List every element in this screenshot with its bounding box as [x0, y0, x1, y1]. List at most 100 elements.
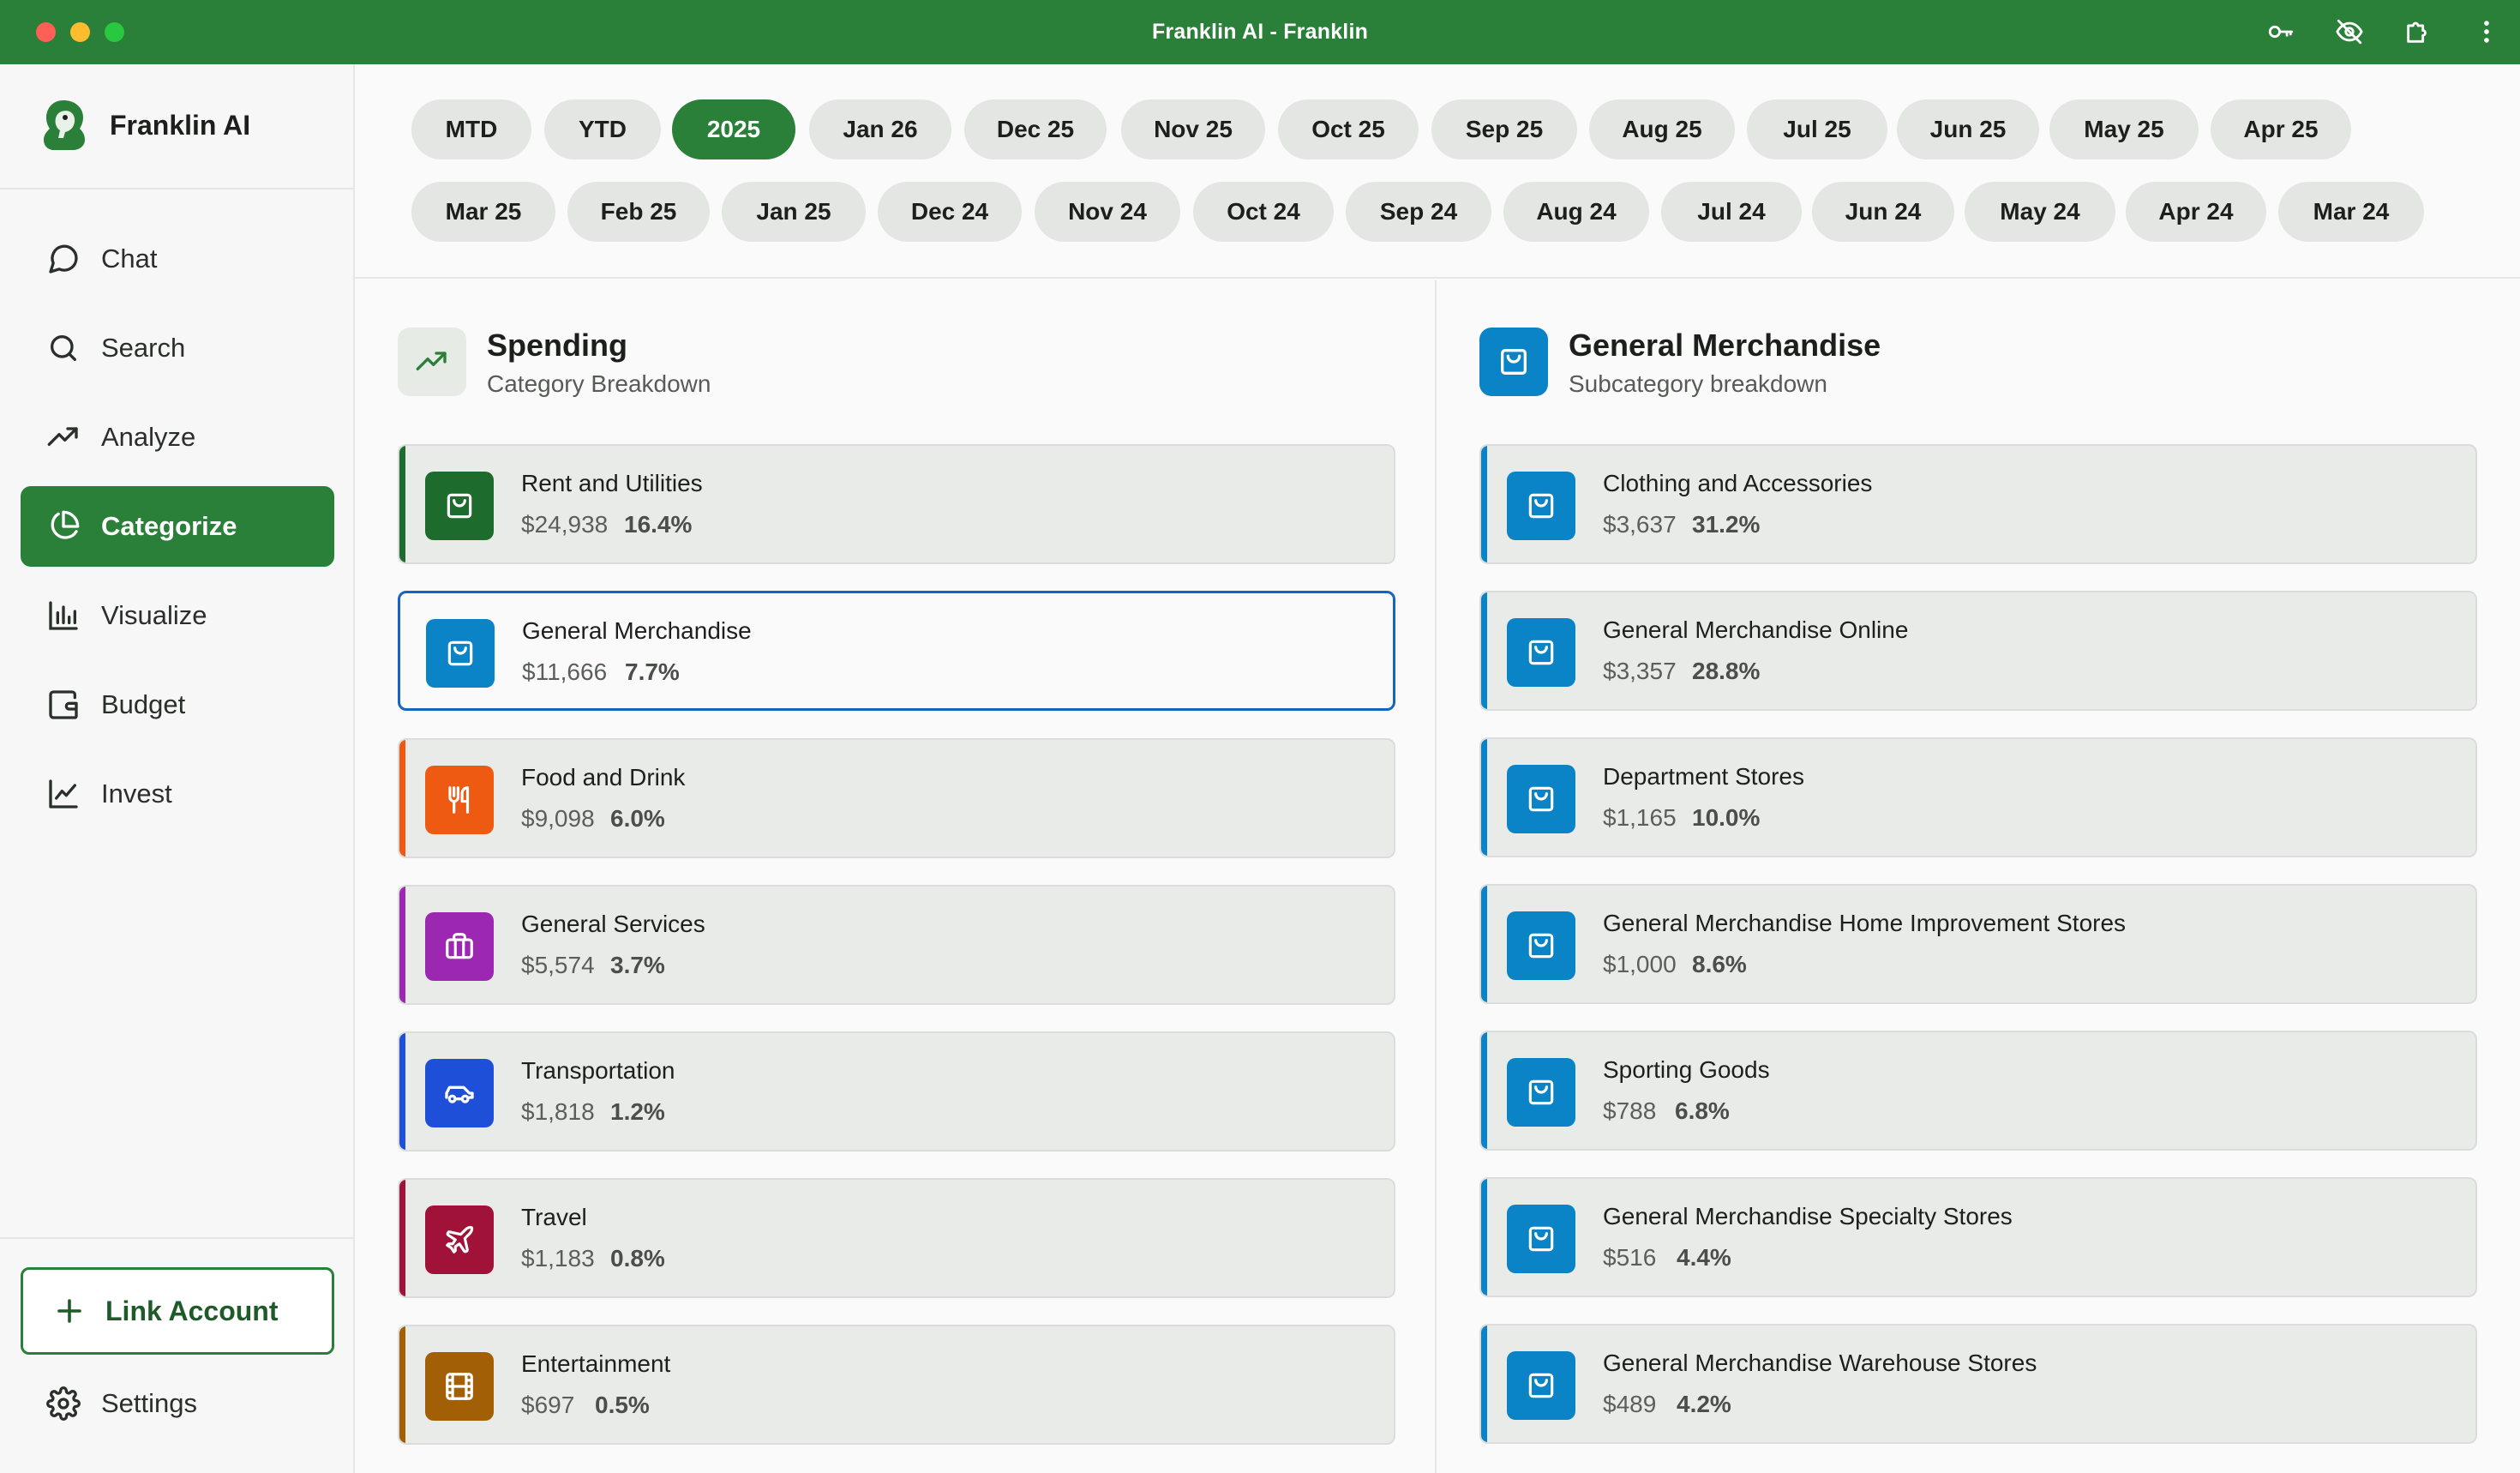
period-chip[interactable]: Sep 25	[1431, 99, 1577, 159]
period-chip[interactable]: YTD	[544, 99, 661, 159]
category-color-bar	[1481, 739, 1487, 856]
category-name: Food and Drink	[521, 764, 686, 791]
subcategory-card[interactable]: Sporting Goods $788 6.8%	[1479, 1031, 2477, 1151]
nav-label: Search	[101, 333, 186, 363]
period-chip[interactable]: Dec 24	[878, 182, 1022, 242]
period-chip[interactable]: Feb 25	[567, 182, 710, 242]
plus-icon	[57, 1299, 81, 1323]
nav-item-categorize[interactable]: Categorize	[21, 486, 334, 567]
panel-divider	[1435, 280, 1437, 1473]
period-chip[interactable]: Mar 25	[411, 182, 555, 242]
category-card-entertainment[interactable]: Entertainment $697 0.5%	[398, 1325, 1395, 1445]
category-percent: 6.0%	[610, 805, 665, 832]
brand[interactable]: Franklin AI	[38, 95, 250, 155]
period-chip-selected[interactable]: 2025	[672, 99, 795, 159]
period-chip[interactable]: Jul 25	[1747, 99, 1887, 159]
period-chip[interactable]: Aug 25	[1589, 99, 1735, 159]
period-chip[interactable]: Oct 25	[1278, 99, 1419, 159]
category-color-bar	[399, 446, 405, 562]
period-chip[interactable]: Jan 26	[809, 99, 951, 159]
shopping-bag-icon	[1507, 911, 1575, 980]
briefcase-icon	[425, 912, 494, 981]
shopping-bag-icon	[1507, 1058, 1575, 1127]
category-card-general-merchandise[interactable]: General Merchandise $11,666 7.7%	[398, 591, 1395, 711]
period-chip[interactable]: Nov 24	[1035, 182, 1180, 242]
period-chip[interactable]: Aug 24	[1503, 182, 1649, 242]
subcategory-percent: 4.2%	[1677, 1391, 1731, 1417]
subcategory-card[interactable]: General Merchandise Specialty Stores $51…	[1479, 1177, 2477, 1297]
shopping-bag-icon	[1501, 349, 1527, 375]
category-card-rent-and-utilities[interactable]: Rent and Utilities $24,938 16.4%	[398, 444, 1395, 564]
spending-header-icon	[398, 328, 466, 396]
key-icon[interactable]	[2266, 17, 2295, 46]
period-chip[interactable]: Oct 24	[1193, 182, 1334, 242]
trending-up-icon	[416, 352, 447, 370]
period-chip[interactable]: Apr 24	[2126, 182, 2266, 242]
category-card-transportation[interactable]: Transportation $1,818 1.2%	[398, 1031, 1395, 1151]
extension-puzzle-icon[interactable]	[2403, 17, 2433, 46]
category-percent: 0.5%	[595, 1392, 650, 1418]
brand-name: Franklin AI	[110, 109, 251, 141]
period-chip[interactable]: Jan 25	[722, 182, 866, 242]
category-color-bar	[399, 1033, 405, 1150]
nav-label: Budget	[101, 689, 186, 719]
plane-icon	[425, 1205, 494, 1274]
category-color-bar	[1481, 592, 1487, 709]
period-chip[interactable]: Apr 25	[2211, 99, 2351, 159]
period-chip[interactable]: Sep 24	[1346, 182, 1491, 242]
line-chart-icon	[49, 779, 78, 809]
settings-button[interactable]: Settings	[21, 1366, 334, 1441]
period-chip[interactable]: Jun 24	[1812, 182, 1954, 242]
period-chip[interactable]: May 24	[1965, 182, 2115, 242]
period-chip[interactable]: Nov 25	[1121, 99, 1265, 159]
category-color-bar	[399, 887, 405, 1003]
period-chip[interactable]: MTD	[411, 99, 531, 159]
category-card-general-services[interactable]: General Services $5,574 3.7%	[398, 885, 1395, 1005]
nav-label: Invest	[101, 779, 172, 809]
merch-subtitle: Subcategory breakdown	[1569, 370, 1827, 397]
subcategory-name: General Merchandise Home Improvement Sto…	[1603, 910, 2127, 936]
period-selector: MTD YTD 2025 Jan 26 Dec 25 Nov 25 Oct 25…	[355, 64, 2520, 279]
subcategory-card[interactable]: Clothing and Accessories $3,637 31.2%	[1479, 444, 2477, 564]
spending-title: Spending	[487, 328, 627, 363]
shopping-bag-icon	[1507, 1351, 1575, 1420]
link-account-button[interactable]: Link Account	[21, 1267, 334, 1355]
period-chip[interactable]: May 25	[2049, 99, 2199, 159]
subcategory-amount: $3,637	[1603, 511, 1677, 538]
category-card-travel[interactable]: Travel $1,183 0.8%	[398, 1178, 1395, 1298]
subcategory-card[interactable]: Department Stores $1,165 10.0%	[1479, 737, 2477, 857]
utensils-icon	[425, 766, 494, 834]
period-chip[interactable]: Mar 24	[2278, 182, 2424, 242]
period-chip[interactable]: Jun 25	[1897, 99, 2039, 159]
category-amount: $1,183	[521, 1245, 595, 1272]
subcategory-amount: $1,000	[1603, 951, 1677, 977]
category-color-bar	[399, 1180, 405, 1296]
divider	[0, 1237, 353, 1239]
category-card-food-and-drink[interactable]: Food and Drink $9,098 6.0%	[398, 738, 1395, 858]
nav-item-invest[interactable]: Invest	[21, 754, 334, 834]
category-color-bar	[1481, 1179, 1487, 1296]
shopping-bag-icon	[1507, 765, 1575, 833]
subcategory-card[interactable]: General Merchandise Online $3,357 28.8%	[1479, 591, 2477, 711]
nav-item-budget[interactable]: Budget	[21, 664, 334, 745]
subcategory-card[interactable]: General Merchandise Warehouse Stores $48…	[1479, 1324, 2477, 1444]
nav-item-analyze[interactable]: Analyze	[21, 397, 334, 478]
divider	[0, 188, 353, 189]
subcategory-name: General Merchandise Specialty Stores	[1603, 1203, 2013, 1230]
category-color-bar	[1481, 1032, 1487, 1149]
nav-item-chat[interactable]: Chat	[21, 219, 334, 299]
eye-off-icon[interactable]	[2335, 17, 2364, 46]
category-amount: $5,574	[521, 952, 595, 978]
period-chip[interactable]: Dec 25	[964, 99, 1107, 159]
subcategory-percent: 4.4%	[1677, 1244, 1731, 1271]
nav-item-visualize[interactable]: Visualize	[21, 575, 334, 656]
sidebar: Franklin AI Chat Search Analyze Categori…	[0, 64, 355, 1473]
subcategory-card[interactable]: General Merchandise Home Improvement Sto…	[1479, 884, 2477, 1004]
window-title: Franklin AI - Franklin	[1151, 20, 1369, 44]
more-vertical-icon[interactable]	[2472, 17, 2501, 46]
category-amount: $1,818	[521, 1098, 595, 1125]
nav-item-search[interactable]: Search	[21, 308, 334, 388]
nav-label: Categorize	[101, 511, 237, 541]
franklin-logo-icon	[44, 100, 85, 150]
period-chip[interactable]: Jul 24	[1661, 182, 1802, 242]
